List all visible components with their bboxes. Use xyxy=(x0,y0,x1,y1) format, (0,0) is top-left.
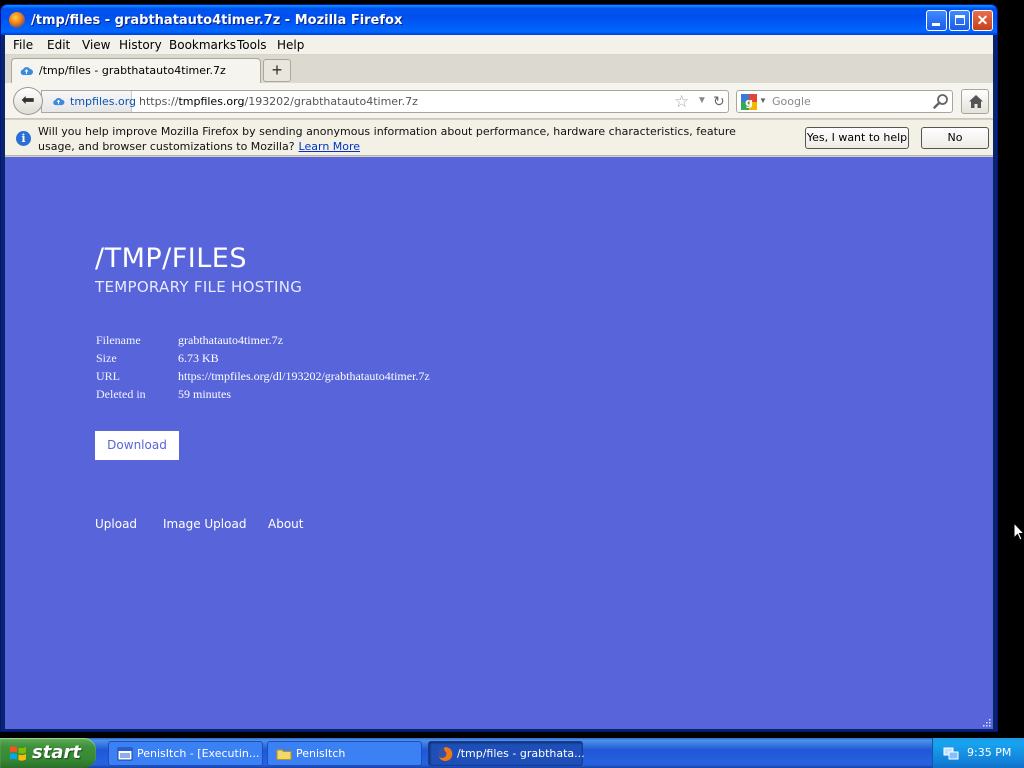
yes-help-button[interactable]: Yes, I want to help xyxy=(805,127,909,149)
minimize-button[interactable] xyxy=(926,10,947,31)
learn-more-link[interactable]: Learn More xyxy=(299,140,361,153)
minimize-icon xyxy=(932,23,940,26)
url-path: /193202/grabthatauto4timer.7z xyxy=(244,95,418,108)
close-button[interactable]: ✕ xyxy=(972,10,993,31)
menu-tools[interactable]: Tools xyxy=(237,38,267,52)
page-content: /TMP/FILES TEMPORARY FILE HOSTING Filena… xyxy=(5,157,993,729)
title-bar[interactable]: /tmp/files - grabthatauto4timer.7z - Moz… xyxy=(1,5,997,35)
tab-label: /tmp/files - grabthatauto4timer.7z xyxy=(39,64,226,77)
menu-history[interactable]: History xyxy=(119,38,162,52)
notification-message: Will you help improve Mozilla Firefox by… xyxy=(38,124,768,154)
about-link[interactable]: About xyxy=(268,517,303,531)
search-icon[interactable] xyxy=(933,93,949,109)
identity-label: tmpfiles.org xyxy=(70,95,137,108)
maximize-icon xyxy=(955,15,965,25)
notification-text: Will you help improve Mozilla Firefox by… xyxy=(38,125,736,153)
firefox-icon xyxy=(9,12,25,28)
svg-text:g: g xyxy=(745,96,753,109)
google-icon: g xyxy=(741,94,757,110)
url-prefix: https:// xyxy=(139,95,179,108)
url-host: tmpfiles.org xyxy=(178,95,245,108)
cloud-upload-icon xyxy=(20,67,33,75)
detail-key: Deleted in xyxy=(96,387,146,401)
maximize-button[interactable] xyxy=(949,10,970,31)
engine-dropdown-icon[interactable]: ▼ xyxy=(759,96,767,105)
mouse-cursor-icon xyxy=(1013,522,1024,541)
taskbar: start PenisItch - [Executin... PenisItch… xyxy=(0,738,1024,768)
detail-value: 59 minutes xyxy=(178,387,231,401)
site-subtitle: TEMPORARY FILE HOSTING xyxy=(95,278,303,296)
detail-key: Filename xyxy=(96,333,141,347)
detail-key: Size xyxy=(96,351,117,365)
detail-value: 6.73 KB xyxy=(178,351,219,365)
window-title: /tmp/files - grabthatauto4timer.7z - Moz… xyxy=(31,13,403,28)
detail-value: https://tmpfiles.org/dl/193202/grabthata… xyxy=(178,369,430,383)
firefox-icon xyxy=(438,746,453,761)
history-dropdown-icon[interactable]: ▼ xyxy=(697,95,707,106)
site-title: /TMP/FILES xyxy=(95,243,247,274)
taskbar-item-penisitch-folder[interactable]: PenisItch xyxy=(267,741,422,766)
system-tray: 9:35 PM xyxy=(932,738,1024,768)
menu-view[interactable]: View xyxy=(82,38,110,52)
tab-strip: /tmp/files - grabthatauto4timer.7z + xyxy=(5,55,993,83)
site-identity[interactable]: tmpfiles.org xyxy=(42,91,136,112)
download-button[interactable]: Download xyxy=(95,431,179,460)
clock: 9:35 PM xyxy=(967,746,1012,759)
url-bar[interactable]: tmpfiles.org https://tmpfiles.org/193202… xyxy=(41,90,729,113)
search-input[interactable]: Google xyxy=(772,95,811,108)
detail-value: grabthatauto4timer.7z xyxy=(178,333,283,347)
menu-file[interactable]: File xyxy=(13,38,33,52)
plus-icon: + xyxy=(271,60,283,80)
taskbar-item-penisitch-exec[interactable]: PenisItch - [Executin... xyxy=(108,741,263,766)
start-label: start xyxy=(32,742,81,763)
menu-bookmarks[interactable]: Bookmarks xyxy=(169,38,236,52)
url-text[interactable]: https://tmpfiles.org/193202/grabthatauto… xyxy=(139,95,418,108)
bookmark-star-icon[interactable]: ☆ xyxy=(674,92,689,112)
taskbar-item-label: PenisItch - [Executin... xyxy=(137,747,260,760)
new-tab-button[interactable]: + xyxy=(263,59,291,82)
taskbar-item-firefox[interactable]: /tmp/files - grabthata... xyxy=(428,741,585,766)
firefox-window: /tmp/files - grabthatauto4timer.7z - Moz… xyxy=(0,4,998,732)
no-button[interactable]: No xyxy=(921,127,989,149)
network-icon[interactable] xyxy=(943,745,959,761)
tab-current[interactable]: /tmp/files - grabthatauto4timer.7z xyxy=(11,58,261,83)
close-icon: ✕ xyxy=(976,12,989,28)
telemetry-notification-bar: i Will you help improve Mozilla Firefox … xyxy=(5,120,993,156)
menu-help[interactable]: Help xyxy=(277,38,304,52)
home-icon xyxy=(969,95,983,108)
search-bar[interactable]: g ▼ Google xyxy=(736,90,953,113)
reload-icon[interactable]: ↻ xyxy=(713,93,725,110)
windows-logo-icon xyxy=(10,746,26,761)
detail-key: URL xyxy=(96,369,120,383)
app-window-icon xyxy=(117,747,133,761)
navigation-bar: tmpfiles.org https://tmpfiles.org/193202… xyxy=(5,83,993,119)
home-button[interactable] xyxy=(961,89,989,114)
resize-grip-icon[interactable] xyxy=(981,717,991,727)
taskbar-item-label: PenisItch xyxy=(296,747,346,760)
menu-edit[interactable]: Edit xyxy=(47,38,70,52)
upload-link[interactable]: Upload xyxy=(95,517,137,531)
image-upload-link[interactable]: Image Upload xyxy=(163,517,246,531)
taskbar-item-label: /tmp/files - grabthata... xyxy=(457,747,585,760)
back-arrow-icon: ⬅ xyxy=(21,92,35,109)
browser-client: File Edit View History Bookmarks Tools H… xyxy=(5,35,993,729)
folder-icon xyxy=(276,749,292,760)
cloud-upload-icon xyxy=(53,97,65,106)
back-button[interactable]: ⬅ xyxy=(13,87,43,115)
info-icon: i xyxy=(16,131,31,146)
start-button[interactable]: start xyxy=(0,738,96,768)
menu-bar: File Edit View History Bookmarks Tools H… xyxy=(5,35,993,55)
